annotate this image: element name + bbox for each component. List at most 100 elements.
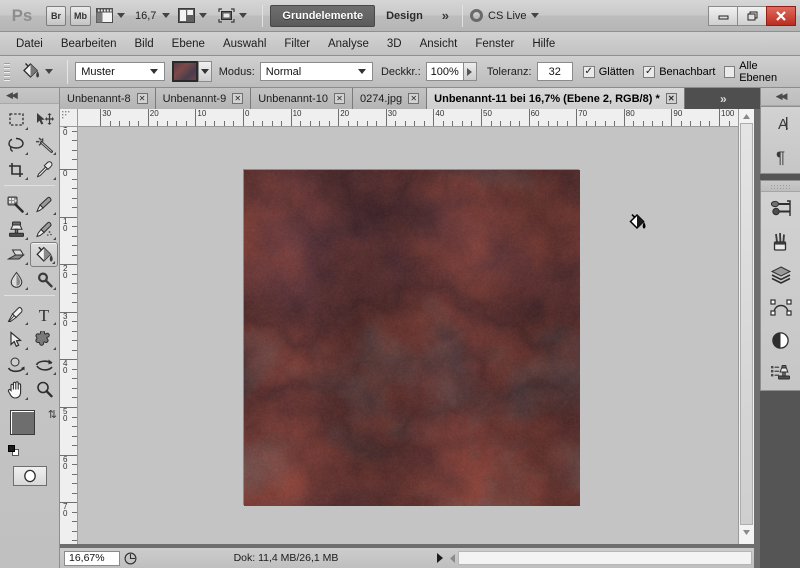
zoom-percentage-input[interactable]: 16,67% <box>64 550 120 566</box>
menu-ansicht[interactable]: Ansicht <box>411 36 467 52</box>
tool-hand[interactable] <box>2 377 30 402</box>
status-menu-button[interactable] <box>432 553 448 563</box>
tab-unbenannt-8[interactable]: Unbenannt-8 ✕ <box>60 88 156 109</box>
contiguous-checkbox[interactable]: Benachbart <box>643 65 715 78</box>
tool-history-brush[interactable] <box>30 217 58 242</box>
workspace-overflow-button[interactable]: » <box>434 8 455 23</box>
artboard[interactable] <box>243 169 580 506</box>
menu-bild[interactable]: Bild <box>125 36 162 52</box>
menu-analyse[interactable]: Analyse <box>319 36 378 52</box>
tab-0274-jpg[interactable]: 0274.jpg ✕ <box>352 88 428 109</box>
document-canvas-area[interactable] <box>78 127 738 544</box>
tab-unbenannt-10[interactable]: Unbenannt-10 ✕ <box>251 88 353 109</box>
pattern-picker-caret[interactable] <box>197 61 212 82</box>
zoom-level-value[interactable]: 16,7 <box>133 10 158 22</box>
opacity-slider-button[interactable] <box>463 62 478 81</box>
vertical-scroll-thumb[interactable] <box>740 123 753 525</box>
view-extras-button[interactable] <box>94 5 132 27</box>
pattern-swatch[interactable] <box>171 61 198 82</box>
panel-icon-brush[interactable] <box>761 225 800 258</box>
antialias-checkbox-box[interactable] <box>582 65 595 78</box>
current-tool-button[interactable] <box>14 61 60 82</box>
panel-dock-collapse-button[interactable]: ◀◀ <box>760 88 800 106</box>
foreground-color-swatch[interactable] <box>10 410 35 435</box>
scroll-down-button[interactable] <box>739 525 754 539</box>
panel-icon-color[interactable] <box>761 192 800 225</box>
panel-icon-paragraph[interactable]: ¶ <box>761 140 800 173</box>
close-button[interactable] <box>766 5 796 26</box>
tool-custom-shape[interactable] <box>30 327 58 352</box>
ruler-corner[interactable] <box>60 109 78 127</box>
tool-dodge[interactable] <box>30 267 58 292</box>
menu-datei[interactable]: Datei <box>7 36 52 52</box>
cs-live-button[interactable]: CS Live <box>470 9 544 22</box>
tool-eraser[interactable] <box>2 242 30 267</box>
tab-close-icon[interactable]: ✕ <box>232 93 244 104</box>
arrange-documents-button[interactable] <box>176 5 214 27</box>
scroll-up-button[interactable] <box>739 109 754 123</box>
panel-icon-paths[interactable] <box>761 291 800 324</box>
panel-icon-adjustments[interactable] <box>761 324 800 357</box>
launch-mini-bridge-button[interactable]: Mb <box>70 5 91 26</box>
tool-path-selection[interactable] <box>2 327 30 352</box>
screen-mode-caret[interactable] <box>239 13 248 18</box>
tool-blur[interactable] <box>2 267 30 292</box>
tool-eyedropper[interactable] <box>30 157 58 182</box>
options-bar-grip[interactable] <box>4 61 11 83</box>
blend-mode-select[interactable]: Normal <box>259 62 373 81</box>
horizontal-scroll-track[interactable] <box>458 551 752 565</box>
panel-group-grip[interactable] <box>761 181 800 192</box>
horizontal-ruler[interactable]: 30 20 10 0 10 20 30 40 50 60 70 80 90 100 <box>78 109 738 127</box>
vertical-ruler[interactable]: 10010203040506070 <box>60 127 78 544</box>
menu-hilfe[interactable]: Hilfe <box>523 36 564 52</box>
tab-unbenannt-9[interactable]: Unbenannt-9 ✕ <box>155 88 252 109</box>
tool-spot-healing-brush[interactable] <box>2 192 30 217</box>
antialias-checkbox[interactable]: Glätten <box>582 65 634 78</box>
panel-icon-layers[interactable] <box>761 258 800 291</box>
workspace-grundelemente[interactable]: Grundelemente <box>270 4 376 27</box>
minimize-button[interactable] <box>708 5 738 26</box>
view-extras-caret[interactable] <box>117 13 125 18</box>
pattern-picker[interactable] <box>171 61 212 82</box>
tab-overflow-button[interactable]: » <box>685 88 760 109</box>
menu-bearbeiten[interactable]: Bearbeiten <box>52 36 126 52</box>
cs-live-caret[interactable] <box>530 13 539 18</box>
document-preview-button[interactable] <box>120 552 140 565</box>
menu-fenster[interactable]: Fenster <box>466 36 523 52</box>
tolerance-input[interactable]: 32 <box>536 62 574 81</box>
all-layers-checkbox-box[interactable] <box>724 65 736 78</box>
opacity-input[interactable]: 100% <box>425 62 464 81</box>
swap-colors-icon[interactable]: ⇅ <box>48 408 57 421</box>
horizontal-scroll-left-button[interactable] <box>448 553 458 563</box>
tab-close-icon[interactable]: ✕ <box>333 93 345 104</box>
zoom-level-caret[interactable] <box>162 13 171 18</box>
menu-3d[interactable]: 3D <box>378 36 411 52</box>
menu-ebene[interactable]: Ebene <box>163 36 214 52</box>
tab-unbenannt-11[interactable]: Unbenannt-11 bei 16,7% (Ebene 2, RGB/8) … <box>427 88 685 109</box>
restore-button[interactable] <box>737 5 767 26</box>
tab-close-icon[interactable]: ✕ <box>408 93 420 104</box>
tools-panel-collapse-button[interactable]: ◀◀ <box>0 88 59 104</box>
menu-filter[interactable]: Filter <box>275 36 319 52</box>
tool-horizontal-type[interactable]: T <box>30 302 58 327</box>
menu-auswahl[interactable]: Auswahl <box>214 36 275 52</box>
tool-clone-stamp[interactable] <box>2 217 30 242</box>
fill-source-select[interactable]: Muster <box>75 62 165 81</box>
panel-icon-character[interactable]: A <box>761 107 800 140</box>
tool-3d-camera-rotate[interactable] <box>30 352 58 377</box>
tool-brush[interactable] <box>30 192 58 217</box>
tool-pen[interactable] <box>2 302 30 327</box>
tool-crop[interactable] <box>2 157 30 182</box>
contiguous-checkbox-box[interactable] <box>643 65 656 78</box>
tool-3d-object-rotate[interactable] <box>2 352 30 377</box>
screen-mode-button[interactable] <box>216 5 254 27</box>
tool-preset-caret[interactable] <box>45 69 54 74</box>
tool-zoom[interactable] <box>30 377 58 402</box>
tool-move[interactable] <box>30 107 58 132</box>
all-layers-checkbox[interactable]: Alle Ebenen <box>724 60 791 84</box>
canvas-vertical-scrollbar[interactable] <box>738 109 754 544</box>
arrange-documents-caret[interactable] <box>199 13 208 18</box>
launch-bridge-button[interactable]: Br <box>46 5 66 26</box>
panel-icon-clone-source[interactable] <box>761 357 800 390</box>
workspace-design[interactable]: Design <box>375 5 434 27</box>
